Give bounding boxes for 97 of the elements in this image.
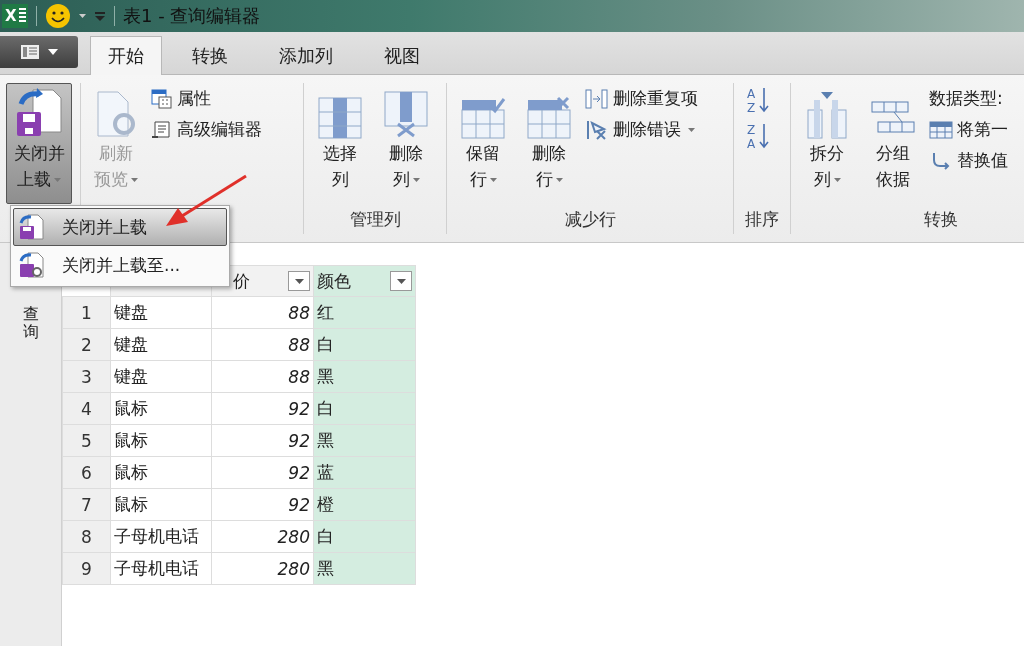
ribbon-tab[interactable]: 添加列 [258, 36, 354, 74]
ribbon-button[interactable]: 替换值 [929, 147, 1008, 174]
caret-icon [688, 127, 695, 132]
row-number: 8 [62, 520, 111, 553]
row-number: 5 [62, 424, 111, 457]
table-cell: 橙 [313, 488, 416, 521]
row-number: 4 [62, 392, 111, 425]
ribbon-button[interactable]: 删除重复项 [585, 85, 698, 112]
table-cell: 88 [211, 360, 314, 393]
ribbon-button[interactable]: 高级编辑器 [151, 116, 262, 143]
sort-button[interactable]: A Z [740, 85, 776, 117]
table-cell: 黑 [313, 360, 416, 393]
caret-icon [294, 278, 304, 284]
ribbon-button[interactable]: 数据类型: [929, 85, 1008, 112]
caret-icon [48, 49, 58, 55]
table-cell: 白 [313, 392, 416, 425]
window-title: 表1 - 查询编辑器 [123, 4, 261, 28]
table-cell: 92 [211, 456, 314, 489]
row-number: 1 [62, 296, 111, 329]
table-cell: 键盘 [110, 328, 212, 361]
table-cell: 子母机电话 [110, 552, 212, 585]
group-label: 管理列 [349, 209, 401, 229]
properties-icon [151, 88, 173, 109]
ribbon-button[interactable]: 拆分 列 [797, 83, 857, 204]
caret-icon [555, 178, 563, 182]
filter-dropdown-button[interactable] [390, 271, 412, 291]
caret-icon [54, 178, 61, 182]
caret-icon [131, 178, 138, 182]
ribbon-button[interactable]: 选择 列 [310, 83, 370, 204]
table-cell: 黑 [313, 552, 416, 585]
table-cell: 白 [313, 328, 416, 361]
group-label: 排序 [745, 209, 779, 229]
filter-dropdown-button[interactable] [288, 271, 310, 291]
table-cell: 键盘 [110, 360, 212, 393]
table-cell: 红 [313, 296, 416, 329]
caret-icon[interactable] [79, 14, 86, 18]
ribbon-button[interactable]: 分组 依据 [863, 83, 923, 204]
document-save-icon [18, 213, 44, 241]
table-delete-icon [526, 96, 572, 140]
table-cell: 280 [211, 552, 314, 585]
ribbon-button[interactable]: 保留 行 [453, 83, 513, 204]
duplicate-icon [585, 88, 609, 109]
caret-icon [833, 178, 841, 182]
ribbon-button[interactable]: 删除 行 [519, 83, 579, 204]
ribbon-button[interactable]: 属性 [151, 85, 262, 112]
ribbon-button[interactable]: 删除 列 [376, 83, 436, 204]
table-cell: 鼠标 [110, 424, 212, 457]
group-label: 转换 [924, 209, 958, 229]
table-cell: 白 [313, 520, 416, 553]
queries-pane-label: 查询 [22, 305, 39, 341]
table-cell: 92 [211, 424, 314, 457]
table-cell: 键盘 [110, 296, 212, 329]
caret-icon [489, 178, 497, 182]
column-delete-icon [383, 90, 429, 140]
split-column-icon [804, 90, 850, 140]
excel-logo: X [2, 4, 28, 28]
caret-icon [396, 278, 406, 284]
row-number: 9 [62, 552, 111, 585]
menu-item[interactable]: 关闭并上载至... [13, 246, 227, 284]
table-cell: 鼠标 [110, 392, 212, 425]
table-cell: 280 [211, 520, 314, 553]
row-number: 2 [62, 328, 111, 361]
row-number: 3 [62, 360, 111, 393]
table-cell: 鼠标 [110, 488, 212, 521]
table-header-icon [929, 119, 953, 140]
caret-icon [412, 178, 420, 182]
row-number: 6 [62, 456, 111, 489]
ribbon-button[interactable]: 删除错误 [585, 116, 698, 143]
document-gear-icon [18, 251, 44, 279]
table-cell: 92 [211, 488, 314, 521]
flag-delete-icon [585, 118, 609, 141]
column-select-icon [317, 96, 363, 140]
table-cell: 子母机电话 [110, 520, 212, 553]
column-header: 价 [232, 269, 250, 293]
refresh-icon [94, 90, 138, 140]
table-cell: 黑 [313, 424, 416, 457]
ribbon-button[interactable]: 将第一 [929, 116, 1008, 143]
row-number: 7 [62, 488, 111, 521]
table-cell: 鼠标 [110, 456, 212, 489]
file-menu-button[interactable] [0, 36, 78, 68]
script-icon [151, 119, 173, 140]
group-label: 减少行 [564, 209, 616, 229]
menu-item[interactable]: 关闭并上载 [13, 208, 227, 246]
smiley-icon[interactable] [45, 3, 71, 29]
table-cell: 蓝 [313, 456, 416, 489]
ribbon-tab[interactable]: 视图 [366, 36, 438, 74]
ribbon-button[interactable]: 关闭并 上载 [6, 83, 72, 204]
table-cell: 88 [211, 296, 314, 329]
ribbon-tab[interactable]: 开始 [90, 36, 162, 75]
table-cell: 92 [211, 392, 314, 425]
table-cell: 88 [211, 328, 314, 361]
column-header: 颜色 [317, 269, 351, 293]
ribbon-tab[interactable]: 转换 [174, 36, 246, 74]
customize-icon[interactable] [94, 11, 106, 21]
panel-icon [20, 44, 40, 60]
sort-button[interactable]: Z A [740, 121, 776, 153]
table-check-icon [460, 96, 506, 140]
